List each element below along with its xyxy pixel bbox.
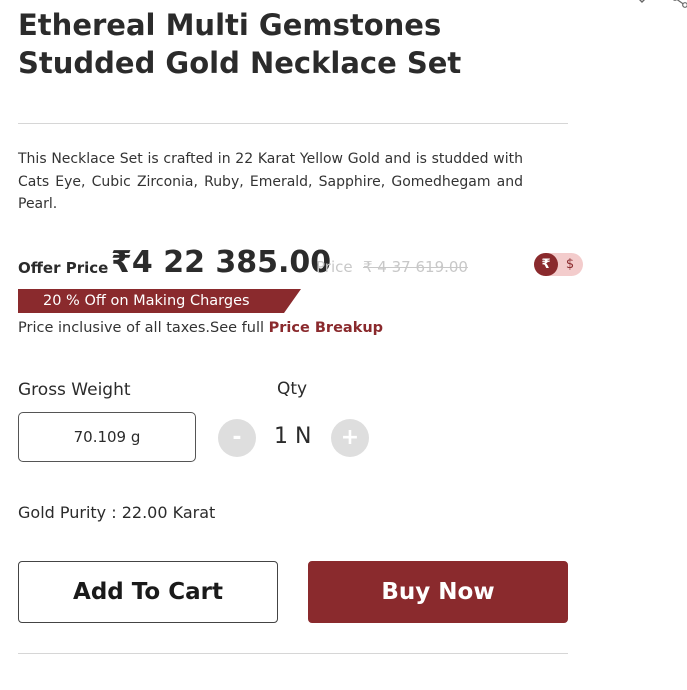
tax-info: Price inclusive of all taxes.See full Pr… <box>18 320 383 336</box>
chevron-down-icon[interactable] <box>635 0 649 3</box>
mrp-value: ₹ 4 37 619.00 <box>363 258 468 276</box>
share-icon[interactable] <box>672 0 687 8</box>
price-row: Offer Price ₹4 22 385.00 Price ₹ 4 37 61… <box>18 245 498 285</box>
offer-price-label: Offer Price <box>18 259 109 277</box>
quantity-value: 1 N <box>274 424 312 449</box>
corner-icons <box>630 0 687 10</box>
currency-usd-option[interactable]: $ <box>558 253 582 276</box>
tax-text: Price inclusive of all taxes.See full <box>18 320 269 336</box>
discount-badge: 20 % Off on Making Charges <box>18 289 301 313</box>
bottom-divider <box>18 653 568 654</box>
quantity-label: Qty <box>277 379 308 399</box>
buy-now-button[interactable]: Buy Now <box>308 561 568 623</box>
price-breakup-link[interactable]: Price Breakup <box>269 320 383 336</box>
product-description: This Necklace Set is crafted in 22 Karat… <box>18 151 523 212</box>
currency-inr-option[interactable]: ₹ <box>534 253 558 276</box>
add-to-cart-button[interactable]: Add To Cart <box>18 561 278 623</box>
quantity-increase-button[interactable]: + <box>331 419 369 457</box>
gross-weight-label: Gross Weight <box>18 380 131 400</box>
title-divider <box>18 123 568 124</box>
gold-purity: Gold Purity : 22.00 Karat <box>18 503 216 522</box>
currency-toggle[interactable]: ₹ $ <box>534 253 583 276</box>
gross-weight-value: 70.109 g <box>18 412 196 462</box>
product-title: Ethereal Multi Gemstones Studded Gold Ne… <box>18 8 462 80</box>
mrp-label: Price <box>316 258 353 276</box>
quantity-decrease-button[interactable]: - <box>218 419 256 457</box>
offer-price-value: ₹4 22 385.00 <box>111 245 332 280</box>
